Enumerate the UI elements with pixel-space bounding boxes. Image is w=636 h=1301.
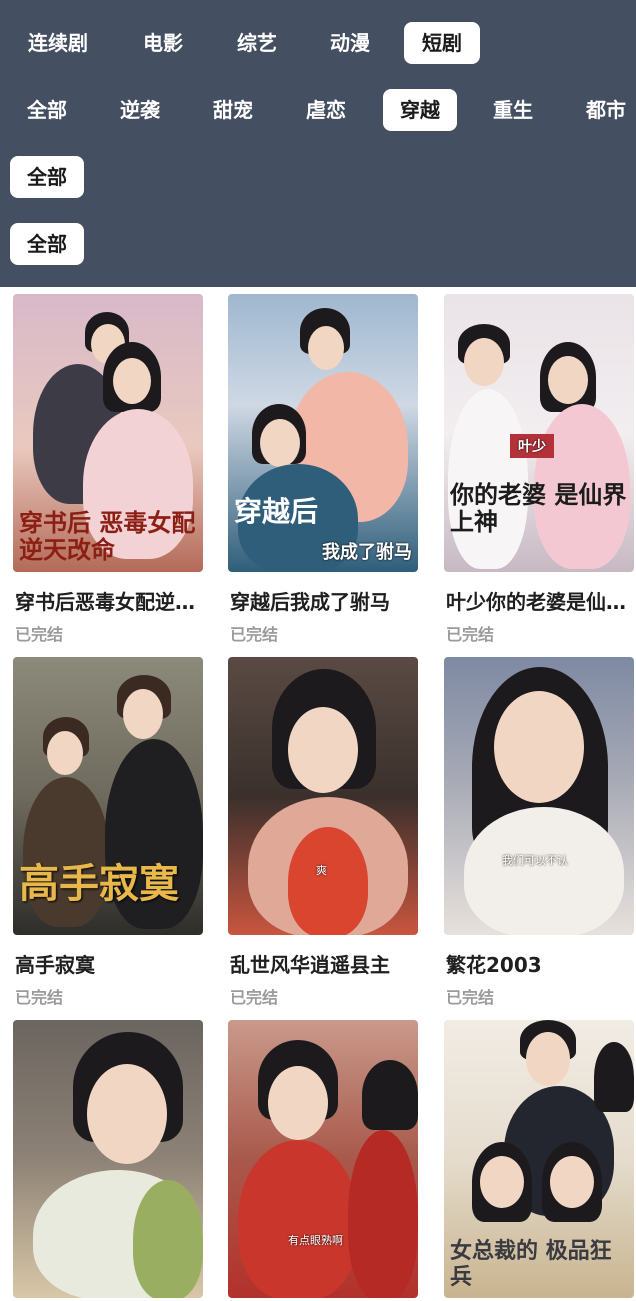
show-title: 繁花2003 (446, 953, 542, 977)
show-status: 已完结 (446, 988, 495, 1007)
poster-title-art: 你的老婆 是仙界上神 (450, 479, 627, 537)
show-poster[interactable]: 我们可以不认 (444, 657, 634, 935)
poster-title-art: 穿越后 (234, 494, 319, 528)
show-status: 已完结 (15, 988, 64, 1007)
genre-sweet[interactable]: 甜宠 (196, 89, 270, 131)
show-poster[interactable]: 女总裁的 极品狂兵 (444, 1020, 634, 1298)
show-poster[interactable] (13, 1020, 203, 1298)
genre-time-travel[interactable]: 穿越 (383, 89, 457, 131)
show-title: 穿越后我成了驸马 (230, 590, 390, 614)
show-poster[interactable]: 有点眼熟啊 (228, 1020, 418, 1298)
filter-4-all[interactable]: 全部 (10, 223, 84, 265)
filter-row-3: 全部 (0, 156, 636, 198)
tab-tv-series[interactable]: 连续剧 (10, 22, 106, 64)
filter-3-all[interactable]: 全部 (10, 156, 84, 198)
show-title: 穿书后恶毒女配逆天改命 (15, 590, 207, 614)
tab-variety[interactable]: 综艺 (218, 22, 296, 64)
genre-urban[interactable]: 都市 (569, 89, 636, 131)
poster-caption: 有点眼熟啊 (288, 1234, 343, 1247)
show-poster[interactable]: 穿书后 恶毒女配逆天改命 (13, 294, 203, 572)
show-status: 已完结 (230, 625, 279, 644)
category-tab-row: 连续剧 电影 综艺 动漫 短剧 (0, 22, 636, 64)
genre-tragic-love[interactable]: 虐恋 (289, 89, 363, 131)
genre-all[interactable]: 全部 (10, 89, 84, 131)
show-title: 高手寂寞 (15, 953, 95, 977)
show-grid: 穿书后 恶毒女配逆天改命 穿书后恶毒女配逆天改命 已完结 穿越后 我成了驸马 穿… (0, 287, 636, 1301)
genre-revenge[interactable]: 逆袭 (103, 89, 177, 131)
poster-tag: 叶少 (510, 434, 554, 458)
show-poster[interactable]: 穿越后 我成了驸马 (228, 294, 418, 572)
tab-short-drama[interactable]: 短剧 (404, 22, 480, 64)
show-title: 乱世风华逍遥县主 (230, 953, 390, 977)
poster-subtitle-art: 我成了驸马 (322, 542, 412, 563)
show-title: 叶少你的老婆是仙界上神 (446, 590, 636, 614)
filter-panel: 连续剧 电影 综艺 动漫 短剧 全部 逆袭 甜宠 虐恋 穿越 重生 都市 全部 … (0, 0, 636, 287)
poster-title-art: 穿书后 恶毒女配逆天改命 (19, 507, 196, 565)
filter-row-4: 全部 (0, 223, 636, 265)
show-poster[interactable]: 叶少 你的老婆 是仙界上神 (444, 294, 634, 572)
show-status: 已完结 (230, 988, 279, 1007)
show-poster[interactable]: 爽 (228, 657, 418, 935)
poster-caption: 爽 (316, 864, 327, 877)
poster-title-art: 高手寂寞 (19, 860, 179, 907)
genre-tab-row: 全部 逆袭 甜宠 虐恋 穿越 重生 都市 (0, 89, 636, 131)
tab-anime[interactable]: 动漫 (311, 22, 389, 64)
show-status: 已完结 (15, 625, 64, 644)
poster-title-art: 女总裁的 极品狂兵 (450, 1238, 612, 1290)
poster-caption: 我们可以不认 (502, 854, 568, 867)
show-poster[interactable]: 高手寂寞 (13, 657, 203, 935)
tab-movie[interactable]: 电影 (124, 22, 202, 64)
genre-rebirth[interactable]: 重生 (476, 89, 550, 131)
show-status: 已完结 (446, 625, 495, 644)
